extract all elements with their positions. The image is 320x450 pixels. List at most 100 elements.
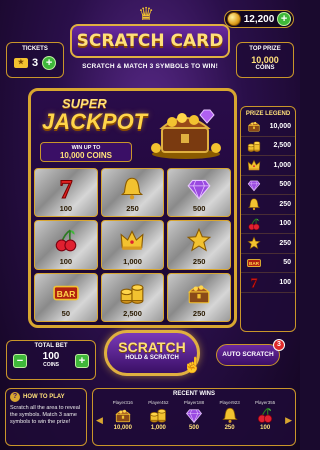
coin-balance[interactable]: 12,200 +: [224, 10, 294, 28]
recent-win-item: Player188 500: [177, 400, 211, 431]
tickets-panel: TICKETS ★ 3 +: [6, 42, 64, 78]
legend-value: 250: [279, 200, 291, 208]
bell-icon: [102, 175, 164, 201]
seven-icon: 7: [35, 175, 97, 201]
recent-win-item: Player355 100: [248, 400, 282, 431]
scratch-cell[interactable]: 250: [100, 168, 165, 218]
legend-value: 50: [283, 259, 291, 267]
treasure-chest-icon: [151, 109, 221, 159]
scratch-cell[interactable]: 2,500: [100, 272, 165, 322]
cell-amount: 2,500: [123, 309, 142, 318]
legend-value: 10,000: [269, 122, 291, 130]
recent-wins-title: RECENT WINS: [173, 391, 215, 397]
scratch-cell[interactable]: 250: [167, 272, 231, 322]
jackpot-win-value: 10,000 COINS: [59, 151, 113, 160]
crown-icon: ♛: [138, 4, 155, 24]
recent-wins-next-icon[interactable]: ▶: [285, 415, 292, 426]
balance-value: 12,200: [243, 13, 275, 25]
coin-icon: [227, 12, 241, 26]
scratch-cell[interactable]: 500: [167, 168, 231, 218]
svg-text:7: 7: [59, 175, 72, 201]
tickets-label: TICKETS: [22, 46, 48, 52]
recent-win-value: 100: [260, 425, 271, 431]
legend-row: 100: [241, 215, 295, 234]
legend-row: 500: [241, 176, 295, 195]
recent-wins-prev-icon[interactable]: ◀: [96, 415, 103, 426]
crown-icon: [245, 158, 263, 172]
legend-value: 100: [279, 220, 291, 228]
star-icon: [168, 227, 230, 253]
chest-icon: [168, 280, 230, 306]
bar-icon: BAR: [245, 256, 263, 270]
legend-value: 500: [279, 181, 291, 189]
scratch-cell[interactable]: 250: [167, 220, 231, 270]
legend-value: 250: [279, 239, 291, 247]
help-icon: ?: [10, 392, 20, 402]
legend-row: 250: [241, 234, 295, 254]
jackpot-title-line2: JACKPOT: [42, 109, 148, 134]
diamond-icon: [168, 175, 230, 201]
cell-amount: 250: [192, 309, 206, 318]
how-to-title: HOW TO PLAY: [23, 394, 65, 400]
bet-decrease-button[interactable]: −: [13, 354, 27, 368]
how-to-text: Scratch all the area to reveal the symbo…: [10, 405, 81, 425]
scratch-cell[interactable]: 7 100: [34, 168, 98, 218]
legend-value: 2,500: [273, 142, 291, 150]
top-prize-panel: TOP PRIZE 10,000 COINS: [236, 42, 294, 78]
auto-scratch-badge: 3: [273, 339, 285, 351]
cell-amount: 500: [192, 204, 206, 214]
total-bet-panel: TOTAL BET − 100 COINS +: [6, 340, 96, 380]
coins-icon: [141, 405, 175, 425]
coins-icon: [245, 139, 263, 153]
recent-win-item: Player452 1,000: [141, 400, 175, 431]
cell-amount: 50: [61, 309, 70, 318]
bet-unit: COINS: [43, 362, 59, 368]
legend-row: 2,500: [241, 137, 295, 156]
legend-row: 10,000: [241, 117, 295, 137]
add-tickets-button[interactable]: +: [42, 56, 57, 70]
svg-text:BAR: BAR: [56, 288, 76, 298]
crown-icon: [102, 227, 164, 253]
cell-amount: 1,000: [123, 256, 142, 266]
recent-win-value: 1,000: [150, 425, 166, 431]
legend-row: 250: [241, 195, 295, 215]
scratch-grid[interactable]: 7 100 250 500 100 1,000 250 BAR 50 2,500 …: [34, 168, 231, 322]
how-to-play-panel[interactable]: ? HOW TO PLAY Scratch all the area to rev…: [5, 388, 87, 446]
legend-value: 1,000: [273, 161, 291, 169]
tickets-count: 3: [31, 57, 39, 69]
cherry-icon: [245, 217, 263, 231]
jackpot-win-box: WIN UP TO 10,000 COINS: [40, 142, 132, 162]
legend-row: 1,000: [241, 156, 295, 176]
svg-text:7: 7: [251, 277, 258, 290]
auto-scratch-button[interactable]: AUTO SCRATCH: [216, 344, 280, 366]
legend-row: BAR 50: [241, 254, 295, 273]
bet-value: 100 COINS: [43, 352, 60, 370]
chest-icon: [245, 119, 263, 133]
top-prize-unit: COINS: [255, 65, 275, 71]
bet-increase-button[interactable]: +: [75, 354, 89, 368]
prize-legend: PRIZE LEGEND 10,000 2,500 1,000 500 250 …: [240, 106, 296, 332]
diamond-icon: [177, 405, 211, 425]
scratch-cell[interactable]: 100: [34, 220, 98, 270]
scratch-cell[interactable]: 1,000: [100, 220, 165, 270]
top-prize-label: TOP PRIZE: [249, 46, 281, 52]
cell-amount: 250: [192, 256, 206, 266]
recent-wins-panel: RECENT WINS ◀ ▶ Player316 10,000 Player45…: [92, 388, 296, 446]
cell-amount: 100: [59, 204, 73, 214]
add-coins-button[interactable]: +: [277, 12, 291, 26]
diamond-icon: [245, 178, 263, 192]
ticket-icon: ★: [13, 58, 28, 68]
cherry-icon: [248, 405, 282, 425]
svg-text:BAR: BAR: [249, 261, 260, 266]
bar-icon: BAR: [35, 280, 97, 306]
cell-amount: 250: [126, 204, 139, 214]
scratch-button-label: SCRATCH: [118, 339, 186, 355]
legend-row: 7 100: [241, 273, 295, 293]
scratch-cell[interactable]: BAR 50: [34, 272, 98, 322]
legend-value: 100: [279, 278, 291, 286]
top-prize-value: 10,000: [251, 55, 279, 65]
game-title: SCRATCH CARD: [70, 24, 230, 58]
cherry-icon: [35, 227, 97, 253]
cell-amount: 100: [59, 256, 73, 266]
game-subtitle: SCRATCH & MATCH 3 SYMBOLS TO WIN!: [82, 63, 218, 70]
